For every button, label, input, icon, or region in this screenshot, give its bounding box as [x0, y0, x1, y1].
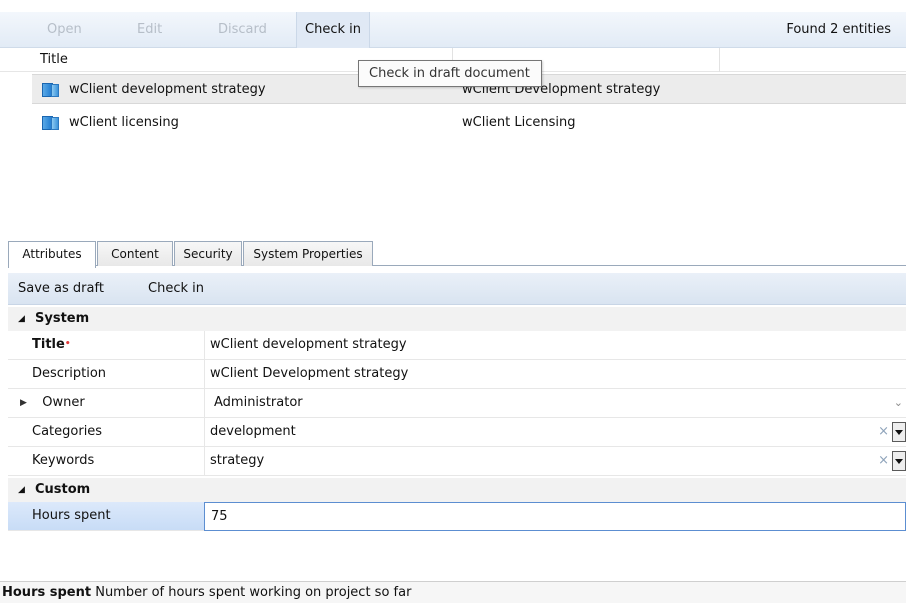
property-label: Keywords	[32, 453, 95, 468]
group-custom[interactable]: ◢ Custom	[8, 478, 906, 502]
keywords-dropdown-button[interactable]	[892, 451, 906, 471]
property-row-owner[interactable]: ▶ Owner Administrator ⌄	[8, 389, 906, 418]
status-field-name: Hours spent	[2, 585, 92, 600]
property-row-title[interactable]: Title• wClient development strategy	[8, 331, 906, 360]
property-label: Categories	[32, 424, 103, 439]
document-icon	[42, 83, 59, 97]
tab-security[interactable]: Security	[174, 241, 242, 266]
chevron-down-icon[interactable]: ⌄	[894, 389, 903, 417]
status-description: Number of hours spent working on project…	[95, 585, 412, 600]
property-label: Owner	[42, 395, 85, 410]
property-label: Hours spent	[32, 508, 111, 523]
property-row-hours-spent[interactable]: Hours spent 75	[8, 502, 906, 531]
discard-button[interactable]: Discard	[218, 12, 267, 48]
column-header-title[interactable]: Title	[40, 52, 68, 67]
property-label: Description	[32, 366, 107, 381]
row-name: wClient licensing	[69, 115, 179, 130]
edit-button[interactable]: Edit	[137, 12, 162, 48]
results-count: Found 2 entities	[786, 22, 891, 37]
group-label: Custom	[35, 482, 91, 497]
collapse-icon[interactable]: ◢	[18, 478, 25, 502]
attributes-toolbar: Save as draft Check in	[8, 273, 906, 305]
expand-icon[interactable]: ▶	[20, 389, 27, 417]
open-button[interactable]: Open	[47, 12, 82, 48]
panel-check-in-button[interactable]: Check in	[148, 273, 204, 305]
tab-content[interactable]: Content	[97, 241, 173, 266]
tab-attributes[interactable]: Attributes	[8, 241, 96, 268]
property-row-description[interactable]: Description wClient Development strategy	[8, 360, 906, 389]
owner-dropdown[interactable]: Administrator ⌄	[214, 389, 906, 417]
title-field[interactable]: wClient development strategy	[210, 331, 906, 359]
save-as-draft-button[interactable]: Save as draft	[18, 273, 104, 305]
property-row-categories[interactable]: Categories development ×	[8, 418, 906, 447]
required-marker: •	[64, 339, 71, 349]
check-in-tooltip: Check in draft document	[358, 60, 542, 87]
row-name: wClient development strategy	[69, 82, 266, 97]
clear-icon[interactable]: ×	[878, 418, 889, 446]
document-icon	[42, 116, 59, 130]
collapse-icon[interactable]: ◢	[18, 307, 25, 331]
group-label: System	[35, 311, 90, 326]
tab-system-properties[interactable]: System Properties	[243, 241, 373, 266]
status-bar: Hours spent Number of hours spent workin…	[0, 581, 906, 603]
main-toolbar: Open Edit Discard Check in Found 2 entit…	[0, 12, 906, 48]
group-system[interactable]: ◢ System	[8, 307, 906, 331]
keywords-field[interactable]: strategy ×	[210, 447, 906, 475]
categories-dropdown-button[interactable]	[892, 422, 906, 442]
hours-spent-input[interactable]: 75	[204, 502, 906, 531]
column-divider[interactable]	[719, 48, 720, 72]
categories-field[interactable]: development ×	[210, 418, 906, 446]
row-description: wClient Licensing	[462, 115, 576, 130]
property-label: Title•	[32, 337, 71, 352]
clear-icon[interactable]: ×	[878, 447, 889, 475]
check-in-button[interactable]: Check in	[296, 12, 370, 48]
description-field[interactable]: wClient Development strategy	[210, 360, 906, 388]
table-row[interactable]: wClient licensing wClient Licensing	[32, 108, 906, 138]
property-row-keywords[interactable]: Keywords strategy ×	[8, 447, 906, 476]
